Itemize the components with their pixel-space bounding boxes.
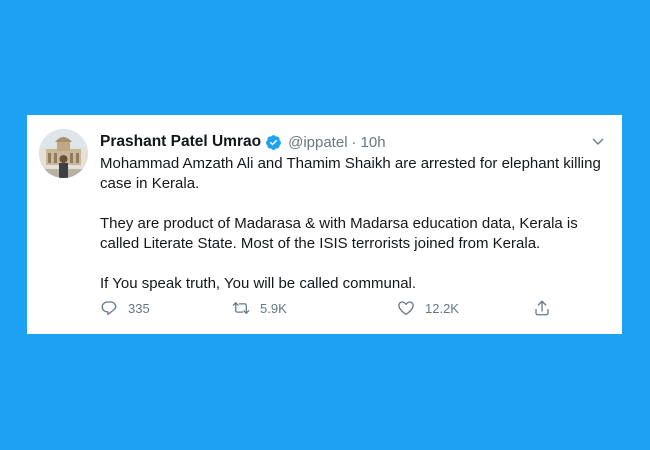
- reply-icon: [101, 301, 117, 316]
- like-count: 12.2K: [425, 300, 459, 316]
- verified-badge-icon: [265, 134, 282, 151]
- retweet-button[interactable]: 5.9K: [232, 298, 287, 318]
- tweet-card[interactable]: Prashant Patel Umrao @ippatel · 10h Moha…: [27, 115, 622, 334]
- share-button[interactable]: [533, 298, 561, 318]
- retweet-icon: [232, 302, 250, 314]
- retweet-count: 5.9K: [260, 300, 287, 316]
- tweet-paragraph-3: If You speak truth, You will be called c…: [100, 275, 417, 292]
- tweet-timestamp[interactable]: 10h: [361, 134, 386, 151]
- tweet-text: Mohammad Amzath Ali and Thamim Shaikh ar…: [100, 154, 612, 294]
- tweet-header: Prashant Patel Umrao @ippatel · 10h: [100, 132, 592, 152]
- reply-count: 335: [128, 300, 150, 316]
- author-name[interactable]: Prashant Patel Umrao: [100, 133, 261, 151]
- like-button[interactable]: 12.2K: [397, 298, 459, 318]
- share-icon: [535, 300, 549, 316]
- separator-dot: ·: [351, 133, 357, 151]
- avatar-image: [39, 129, 88, 178]
- reply-button[interactable]: 335: [100, 298, 150, 318]
- chevron-down-icon[interactable]: [590, 134, 606, 150]
- author-handle[interactable]: @ippatel: [288, 134, 347, 151]
- tweet-actions: 335 5.9K 12.2K: [100, 298, 560, 318]
- tweet-paragraph-1: Mohammad Amzath Ali and Thamim Shaikh ar…: [100, 155, 601, 192]
- heart-icon: [398, 301, 414, 316]
- avatar[interactable]: [39, 129, 88, 178]
- tweet-paragraph-2: They are product of Madarasa & with Mada…: [100, 215, 578, 252]
